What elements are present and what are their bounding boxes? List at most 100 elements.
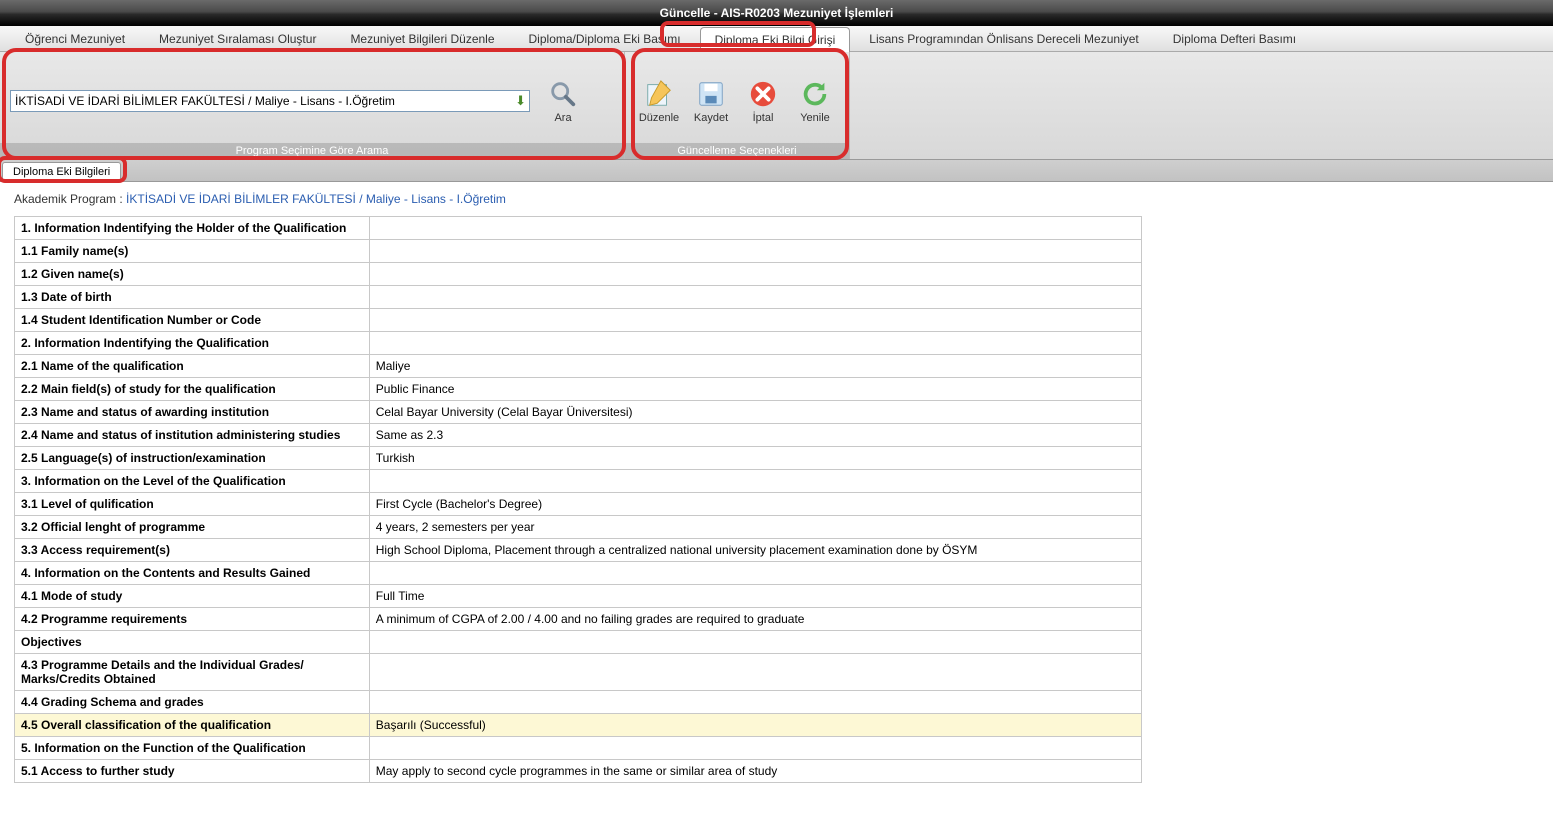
row-label: 2. Information Indentifying the Qualific… xyxy=(15,332,370,355)
row-value xyxy=(369,631,1141,654)
sub-tab-diploma-eki[interactable]: Diploma Eki Bilgileri xyxy=(2,162,121,181)
table-row: 2.3 Name and status of awarding institut… xyxy=(15,401,1142,424)
row-value: 4 years, 2 semesters per year xyxy=(369,516,1141,539)
row-value xyxy=(369,332,1141,355)
table-row: 1.2 Given name(s) xyxy=(15,263,1142,286)
dropdown-arrow-icon[interactable]: ⬇ xyxy=(515,93,526,109)
program-link[interactable]: İKTİSADİ VE İDARİ BİLİMLER FAKÜLTESİ / M… xyxy=(126,192,506,206)
row-label: 4. Information on the Contents and Resul… xyxy=(15,562,370,585)
save-button-label: Kaydet xyxy=(694,112,728,124)
row-label: 2.3 Name and status of awarding institut… xyxy=(15,401,370,424)
ribbon-group-search: ⬇ Ara Program Seçimine Göre Arama xyxy=(0,52,625,159)
row-value: Celal Bayar University (Celal Bayar Üniv… xyxy=(369,401,1141,424)
table-row: 4.4 Grading Schema and grades xyxy=(15,691,1142,714)
refresh-button[interactable]: Yenile xyxy=(791,78,839,124)
tab-6[interactable]: Diploma Defteri Basımı xyxy=(1158,26,1311,51)
table-row: 3.1 Level of qulificationFirst Cycle (Ba… xyxy=(15,493,1142,516)
table-row: 4.1 Mode of studyFull Time xyxy=(15,585,1142,608)
row-label: 1.1 Family name(s) xyxy=(15,240,370,263)
row-value: Public Finance xyxy=(369,378,1141,401)
row-label: 4.3 Programme Details and the Individual… xyxy=(15,654,370,691)
table-row: 2.4 Name and status of institution admin… xyxy=(15,424,1142,447)
search-button-label: Ara xyxy=(554,112,571,124)
row-value xyxy=(369,691,1141,714)
refresh-icon xyxy=(799,78,831,110)
tab-1[interactable]: Mezuniyet Sıralaması Oluştur xyxy=(144,26,331,51)
row-value: Same as 2.3 xyxy=(369,424,1141,447)
tab-0[interactable]: Öğrenci Mezuniyet xyxy=(10,26,140,51)
row-label: 4.4 Grading Schema and grades xyxy=(15,691,370,714)
table-row: 1.3 Date of birth xyxy=(15,286,1142,309)
row-label: 3. Information on the Level of the Quali… xyxy=(15,470,370,493)
table-row: 1.1 Family name(s) xyxy=(15,240,1142,263)
table-row: 3.3 Access requirement(s)High School Dip… xyxy=(15,539,1142,562)
row-label: 4.5 Overall classification of the qualif… xyxy=(15,714,370,737)
table-row: Objectives xyxy=(15,631,1142,654)
program-line: Akademik Program : İKTİSADİ VE İDARİ BİL… xyxy=(14,192,1539,206)
row-value xyxy=(369,309,1141,332)
table-row: 2.2 Main field(s) of study for the quali… xyxy=(15,378,1142,401)
ribbon-bar: ⬇ Ara Program Seçimine Göre Arama Düzenl… xyxy=(0,52,1553,160)
row-label: Objectives xyxy=(15,631,370,654)
main-tab-strip: Öğrenci MezuniyetMezuniyet Sıralaması Ol… xyxy=(0,26,1553,52)
diploma-info-table: 1. Information Indentifying the Holder o… xyxy=(14,216,1142,783)
window-title-bar: Güncelle - AIS-R0203 Mezuniyet İşlemleri xyxy=(0,0,1553,26)
ribbon-group-search-label: Program Seçimine Göre Arama xyxy=(0,143,624,159)
tab-2[interactable]: Mezuniyet Bilgileri Düzenle xyxy=(335,26,509,51)
row-label: 4.1 Mode of study xyxy=(15,585,370,608)
row-value xyxy=(369,470,1141,493)
tab-3[interactable]: Diploma/Diploma Eki Basımı xyxy=(514,26,696,51)
row-value: Turkish xyxy=(369,447,1141,470)
save-button[interactable]: Kaydet xyxy=(687,78,735,124)
table-row: 2. Information Indentifying the Qualific… xyxy=(15,332,1142,355)
row-label: 2.5 Language(s) of instruction/examinati… xyxy=(15,447,370,470)
program-line-prefix: Akademik Program : xyxy=(14,192,126,206)
cancel-button-label: İptal xyxy=(753,112,774,124)
row-label: 2.4 Name and status of institution admin… xyxy=(15,424,370,447)
row-label: 1.2 Given name(s) xyxy=(15,263,370,286)
row-label: 5. Information on the Function of the Qu… xyxy=(15,737,370,760)
table-row: 5.1 Access to further studyMay apply to … xyxy=(15,760,1142,783)
table-row: 5. Information on the Function of the Qu… xyxy=(15,737,1142,760)
refresh-button-label: Yenile xyxy=(800,112,830,124)
row-label: 3.2 Official lenght of programme xyxy=(15,516,370,539)
row-label: 1.4 Student Identification Number or Cod… xyxy=(15,309,370,332)
table-row: 2.5 Language(s) of instruction/examinati… xyxy=(15,447,1142,470)
row-value: Maliye xyxy=(369,355,1141,378)
table-row: 1. Information Indentifying the Holder o… xyxy=(15,217,1142,240)
row-label: 3.1 Level of qulification xyxy=(15,493,370,516)
sub-tab-strip: Diploma Eki Bilgileri xyxy=(0,160,1553,182)
table-row: 4.2 Programme requirementsA minimum of C… xyxy=(15,608,1142,631)
table-row: 3.2 Official lenght of programme4 years,… xyxy=(15,516,1142,539)
edit-icon xyxy=(643,78,675,110)
table-row: 3. Information on the Level of the Quali… xyxy=(15,470,1142,493)
row-value: High School Diploma, Placement through a… xyxy=(369,539,1141,562)
program-combobox[interactable] xyxy=(10,90,530,112)
window-title: Güncelle - AIS-R0203 Mezuniyet İşlemleri xyxy=(660,6,894,20)
row-label: 2.1 Name of the qualification xyxy=(15,355,370,378)
edit-button-label: Düzenle xyxy=(639,112,679,124)
row-value: First Cycle (Bachelor's Degree) xyxy=(369,493,1141,516)
row-value xyxy=(369,240,1141,263)
tab-4[interactable]: Diploma Eki Bilgi Girişi xyxy=(700,27,851,52)
search-button[interactable]: Ara xyxy=(538,78,588,124)
row-label: 1.3 Date of birth xyxy=(15,286,370,309)
row-label: 3.3 Access requirement(s) xyxy=(15,539,370,562)
row-value: May apply to second cycle programmes in … xyxy=(369,760,1141,783)
table-row: 4.5 Overall classification of the qualif… xyxy=(15,714,1142,737)
tab-5[interactable]: Lisans Programından Önlisans Dereceli Me… xyxy=(854,26,1153,51)
row-label: 2.2 Main field(s) of study for the quali… xyxy=(15,378,370,401)
ribbon-group-update-label: Güncelleme Seçenekleri xyxy=(625,143,849,159)
row-value: Başarılı (Successful) xyxy=(369,714,1141,737)
row-value xyxy=(369,654,1141,691)
table-row: 4.3 Programme Details and the Individual… xyxy=(15,654,1142,691)
row-value xyxy=(369,286,1141,309)
cancel-button[interactable]: İptal xyxy=(739,78,787,124)
row-value: A minimum of CGPA of 2.00 / 4.00 and no … xyxy=(369,608,1141,631)
row-label: 5.1 Access to further study xyxy=(15,760,370,783)
row-value xyxy=(369,217,1141,240)
table-row: 4. Information on the Contents and Resul… xyxy=(15,562,1142,585)
edit-button[interactable]: Düzenle xyxy=(635,78,683,124)
table-row: 2.1 Name of the qualificationMaliye xyxy=(15,355,1142,378)
search-icon xyxy=(547,78,579,110)
